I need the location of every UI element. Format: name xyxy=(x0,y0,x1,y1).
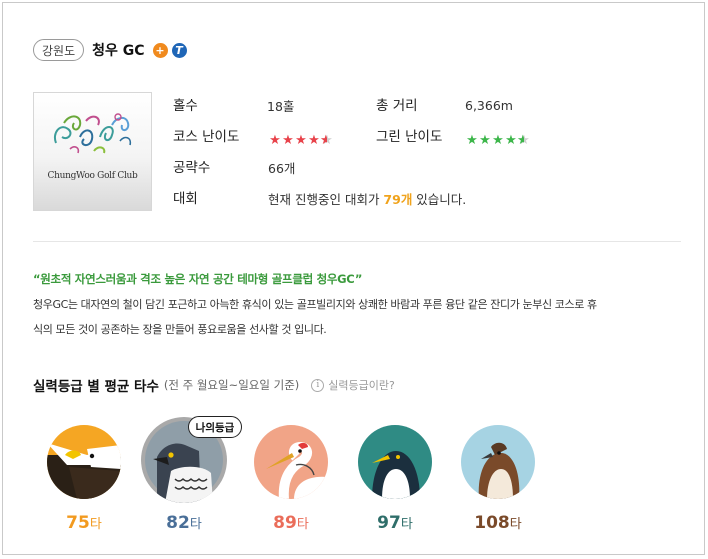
club-logo-text: ChungWoo Golf Club xyxy=(47,171,138,181)
distance-label: 총 거리 xyxy=(376,98,418,114)
star-half-fill-icon: ★ xyxy=(517,132,524,148)
grade-penguin-score: 97타 xyxy=(358,513,432,533)
guides-value: 66개 xyxy=(268,160,296,176)
star-full-icon: ★ xyxy=(466,132,478,148)
guides-label: 공략수 xyxy=(173,160,211,176)
star-full-icon: ★ xyxy=(269,132,281,148)
grade-penguin-value: 97 xyxy=(377,513,401,533)
grade-eagle-avatar[interactable] xyxy=(47,425,121,499)
holes-value: 18홀 xyxy=(267,98,295,114)
star-full-icon: ★ xyxy=(492,132,504,148)
tournament-prefix: 현재 진행중인 대회가 xyxy=(268,191,384,207)
grade-sparrow-value: 108 xyxy=(474,513,510,533)
my-grade-badge: 나의등급 xyxy=(188,416,242,438)
grade-eagle-value: 75 xyxy=(66,513,90,533)
intro-description: 청우GC는 대자연의 철이 담긴 포근하고 아늑한 휴식이 있는 골프빌리지와 … xyxy=(33,292,683,342)
tournament-value: 현재 진행중인 대회가 79개 있습니다. xyxy=(268,188,466,208)
holes-value-wrap: 18홀 xyxy=(267,95,294,115)
golf-club-panel: 강원도 청우 GC + T ChungWoo Golf Club 홀수 18홀 … xyxy=(2,2,705,555)
star-half-icon: ★ ★ xyxy=(320,132,333,148)
star-half-fill-icon: ★ xyxy=(320,132,327,148)
grade-help-text: 실력등급이란? xyxy=(328,379,395,392)
holes-label: 홀수 xyxy=(173,98,198,114)
distance-value-wrap: 6,366m xyxy=(465,95,513,115)
grade-hawk-unit: 타 xyxy=(189,517,202,532)
green-difficulty-stars: ★ ★ ★ ★ ★ ★ xyxy=(465,130,530,150)
star-full-icon: ★ xyxy=(479,132,491,148)
grades-title: 실력등급 별 평균 타수 xyxy=(33,379,159,395)
star-full-icon: ★ xyxy=(505,132,517,148)
guides-value-wrap: 66개 xyxy=(268,157,295,177)
grade-crane-unit: 타 xyxy=(296,517,309,532)
grade-crane-score: 89타 xyxy=(254,513,328,533)
eagle-icon xyxy=(47,425,121,499)
info-icon: i xyxy=(311,378,325,392)
grade-penguin-unit: 타 xyxy=(400,517,413,532)
region-badge[interactable]: 강원도 xyxy=(33,39,85,61)
grade-hawk-score: 82타 xyxy=(141,513,227,533)
grade-sparrow-score: 108타 xyxy=(461,513,535,533)
sparrow-icon xyxy=(461,425,535,499)
section-divider xyxy=(33,241,681,242)
guides-row: 공략수 xyxy=(173,156,210,176)
penguin-icon xyxy=(358,425,432,499)
tournament-row: 대회 xyxy=(173,187,198,207)
tournament-label: 대회 xyxy=(173,191,198,207)
course-difficulty-row: 코스 난이도 xyxy=(173,125,239,145)
grade-eagle-unit: 타 xyxy=(89,517,102,532)
club-logo-icon xyxy=(54,113,132,154)
grade-eagle-score: 75타 xyxy=(47,513,121,533)
club-header: 강원도 청우 GC + T xyxy=(33,38,187,62)
green-difficulty-label: 그린 난이도 xyxy=(376,129,443,145)
tournament-suffix: 있습니다. xyxy=(412,191,467,207)
star-full-icon: ★ xyxy=(308,132,320,148)
distance-row: 총 거리 xyxy=(376,94,418,114)
course-difficulty-label: 코스 난이도 xyxy=(173,129,240,145)
grades-section-title: 실력등급 별 평균 타수 (전 주 월요일~일요일 기준) i 실력등급이란? xyxy=(33,375,395,395)
grade-crane-avatar[interactable] xyxy=(254,425,328,499)
intro-line-2: 식의 모든 것이 공존하는 장을 만들어 풍요로움을 선사할 것 입니다. xyxy=(33,323,327,336)
holes-row: 홀수 xyxy=(173,94,198,114)
grade-help-link[interactable]: i 실력등급이란? xyxy=(311,377,395,393)
star-full-icon: ★ xyxy=(295,132,307,148)
star-full-icon: ★ xyxy=(282,132,294,148)
intro-title: “원초적 자연스러움과 격조 높은 자연 공간 테마형 골프클럽 청우GC” xyxy=(33,272,363,286)
grade-sparrow-avatar[interactable] xyxy=(461,425,535,499)
star-half-icon: ★ ★ xyxy=(517,132,530,148)
grade-penguin-avatar[interactable] xyxy=(358,425,432,499)
course-difficulty-stars: ★ ★ ★ ★ ★ ★ xyxy=(268,130,333,150)
intro-line-1: 청우GC는 대자연의 철이 담긴 포근하고 아늑한 휴식이 있는 골프빌리지와 … xyxy=(33,298,597,311)
tee-badge-icon: T xyxy=(171,42,187,58)
grade-hawk-value: 82 xyxy=(166,513,190,533)
club-name: 청우 GC xyxy=(92,43,145,59)
distance-value: 6,366m xyxy=(465,97,513,113)
club-logo: ChungWoo Golf Club xyxy=(33,92,152,211)
grade-sparrow-unit: 타 xyxy=(509,517,522,532)
grade-crane-value: 89 xyxy=(273,513,297,533)
plus-badge-icon: + xyxy=(152,42,168,58)
green-difficulty-row: 그린 난이도 xyxy=(376,125,442,145)
grades-subtitle: (전 주 월요일~일요일 기준) xyxy=(163,378,300,392)
crane-icon xyxy=(254,425,328,499)
tournament-count[interactable]: 79개 xyxy=(383,189,412,208)
